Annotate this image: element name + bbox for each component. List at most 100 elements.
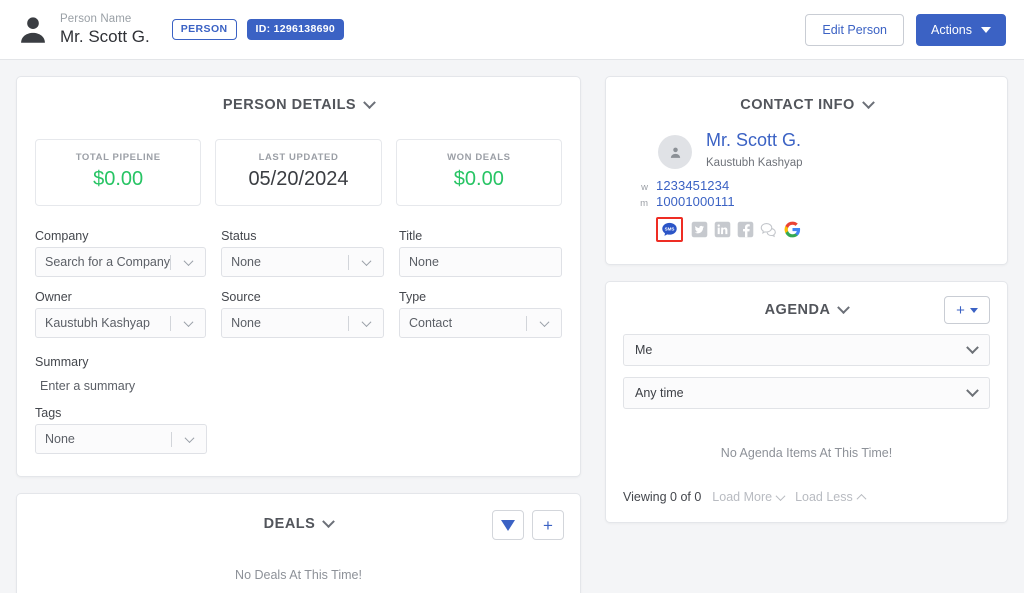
person-fields-grid: Company Search for a Company Status None [17,210,580,342]
chevron-down-icon[interactable] [172,425,206,453]
person-name-value: Mr. Scott G. [60,27,150,47]
sms-icon[interactable]: SMS [661,221,678,238]
chevron-down-icon[interactable] [527,309,561,337]
chevron-down-icon [776,491,786,501]
page-content: PERSON DETAILS TOTAL PIPELINE $0.00 LAST… [0,60,1024,593]
status-select[interactable]: None [221,247,384,277]
contact-info-title: CONTACT INFO [740,97,854,113]
plus-icon: + [956,303,965,318]
deals-header: DEALS + [17,494,580,532]
chevron-down-icon [966,341,979,354]
contact-name-link[interactable]: Mr. Scott G. [706,131,803,151]
stat-label: LAST UPDATED [220,152,376,163]
company-value: Search for a Company [45,255,170,269]
facebook-icon[interactable] [737,221,754,238]
summary-field: Summary Enter a summary [17,342,580,397]
summary-input[interactable]: Enter a summary [35,373,562,397]
linkedin-icon[interactable] [714,221,731,238]
edit-person-button[interactable]: Edit Person [805,14,904,46]
field-company: Company Search for a Company [35,220,206,277]
right-column: CONTACT INFO Mr. Scott G. Kaustubh Kashy… [605,76,1008,593]
contact-owner: Kaustubh Kashyap [706,157,803,169]
agenda-title-group[interactable]: AGENDA [765,302,849,318]
contact-info-card: CONTACT INFO Mr. Scott G. Kaustubh Kashy… [605,76,1008,265]
field-label: Status [221,229,384,243]
deals-title: DEALS [264,516,316,532]
person-name-block: Person Name Mr. Scott G. [60,13,150,47]
stat-last-updated: LAST UPDATED 05/20/2024 [215,139,381,206]
chevron-up-icon [856,493,866,503]
left-column: PERSON DETAILS TOTAL PIPELINE $0.00 LAST… [16,76,581,593]
contact-text-block: Mr. Scott G. Kaustubh Kashyap [706,131,803,169]
chevron-down-icon[interactable] [349,309,383,337]
twitter-icon[interactable] [691,221,708,238]
field-status: Status None [221,220,384,277]
contact-info-header[interactable]: CONTACT INFO [606,77,1007,117]
tags-select[interactable]: None [35,424,207,454]
load-less-label: Load Less [795,490,853,504]
agenda-add-button[interactable]: + [944,296,990,324]
chevron-down-icon[interactable] [349,248,383,276]
type-select[interactable]: Contact [399,308,562,338]
deals-add-button[interactable]: + [532,510,564,540]
phone-kind: w [634,182,648,193]
tags-value: None [45,432,75,446]
chevron-down-icon[interactable] [838,301,851,314]
agenda-empty-text: No Agenda Items At This Time! [606,420,1007,490]
field-label: Title [399,229,562,243]
chevron-down-icon[interactable] [171,248,205,276]
deals-empty-text: No Deals At This Time! [17,532,580,593]
person-details-header[interactable]: PERSON DETAILS [17,77,580,117]
owner-value: Kaustubh Kashyap [45,316,150,330]
chat-bubbles-icon[interactable] [760,221,777,238]
phone-number-link[interactable]: 1233451234 [656,178,729,193]
google-icon[interactable] [783,220,802,239]
agenda-title: AGENDA [765,302,831,318]
stat-value: $0.00 [40,168,196,191]
page-header: Person Name Mr. Scott G. PERSON ID: 1296… [0,0,1024,60]
chevron-down-icon[interactable] [171,309,205,337]
person-avatar-icon [658,135,692,169]
field-source: Source None [221,281,384,338]
chevron-down-icon[interactable] [862,96,875,109]
tags-label: Tags [35,406,562,420]
field-owner: Owner Kaustubh Kashyap [35,281,206,338]
agenda-owner-select[interactable]: Me [623,334,990,366]
deals-title-group[interactable]: DEALS [264,516,334,532]
title-input[interactable]: None [399,247,562,277]
deals-filter-button[interactable] [492,510,524,540]
field-label: Type [399,290,562,304]
agenda-footer: Viewing 0 of 0 Load More Load Less [606,490,1007,522]
stat-value: $0.00 [401,168,557,191]
phone-number-link[interactable]: 10001000111 [656,194,735,209]
field-label: Source [221,290,384,304]
field-title: Title None [399,220,562,277]
contact-info-body: Mr. Scott G. Kaustubh Kashyap w 12334512… [606,117,1007,264]
field-label: Company [35,229,206,243]
owner-select[interactable]: Kaustubh Kashyap [35,308,206,338]
agenda-header: AGENDA + [606,282,1007,318]
chevron-down-icon[interactable] [322,515,335,528]
agenda-load-more-button[interactable]: Load More [712,490,784,504]
agenda-card: AGENDA + Me Any time No Agenda Ite [605,281,1008,523]
agenda-time-value: Any time [635,386,684,400]
company-select[interactable]: Search for a Company [35,247,206,277]
stat-won-deals: WON DEALS $0.00 [396,139,562,206]
phone-row: m 10001000111 [634,194,1007,209]
agenda-load-less-button[interactable]: Load Less [795,490,865,504]
actions-button[interactable]: Actions [916,14,1006,46]
contact-phones: w 1233451234 m 10001000111 [634,178,1007,209]
chevron-down-icon[interactable] [363,96,376,109]
source-value: None [231,316,261,330]
filter-funnel-icon [501,520,515,531]
chevron-down-icon [966,384,979,397]
load-more-label: Load More [712,490,772,504]
stat-value: 05/20/2024 [220,168,376,191]
agenda-time-select[interactable]: Any time [623,377,990,409]
contact-social-row: SMS [656,217,1007,242]
person-icon [16,13,50,47]
contact-identity: Mr. Scott G. Kaustubh Kashyap [658,131,1007,169]
stat-label: TOTAL PIPELINE [40,152,196,163]
agenda-filters: Me Any time [606,318,1007,409]
source-select[interactable]: None [221,308,384,338]
